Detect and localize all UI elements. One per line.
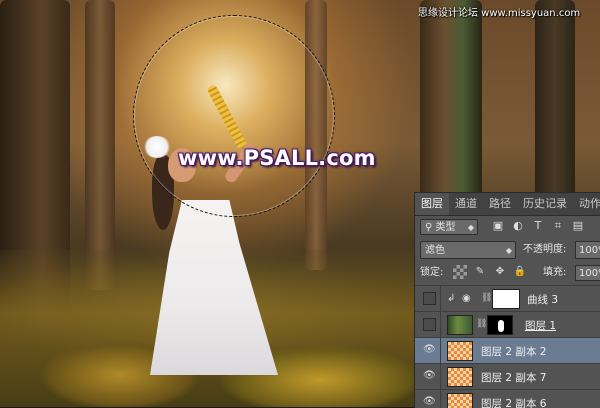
layer-name[interactable]: 图层 2 副本 7 xyxy=(481,370,546,385)
layer-name[interactable]: 图层 2 副本 2 xyxy=(481,344,546,359)
image-filter-icon[interactable]: ▣ xyxy=(491,219,505,233)
elliptical-selection-marquee[interactable] xyxy=(133,15,335,217)
clip-arrow-icon: ↲ xyxy=(447,293,456,304)
search-icon: ⚲ xyxy=(425,222,433,233)
eye-icon[interactable]: 👁 xyxy=(423,344,436,356)
text-filter-icon[interactable]: T xyxy=(531,219,545,233)
chevron-down-icon: ◆ xyxy=(505,246,512,255)
layer-thumbnail[interactable] xyxy=(447,393,473,408)
divider xyxy=(440,312,441,338)
tab-history[interactable]: 历史记录 xyxy=(517,193,573,215)
opacity-field[interactable]: 100% xyxy=(575,241,600,259)
layer-row-layer-2-copy-6[interactable]: 👁 图层 2 副本 6 xyxy=(415,389,600,408)
blend-mode-select[interactable]: 滤色 ◆ xyxy=(420,241,516,259)
eye-icon[interactable]: 👁 xyxy=(423,396,436,408)
link-chain-icon: ⛓ xyxy=(476,319,488,329)
layer-name[interactable]: 曲线 3 xyxy=(527,292,558,307)
layer-filter-select[interactable]: ⚲ 类型 ◆ xyxy=(420,219,478,235)
lock-label: 锁定: xyxy=(420,267,444,278)
tree-trunk-left-2 xyxy=(85,0,115,290)
layer-name[interactable]: 图层 2 副本 6 xyxy=(481,396,546,408)
layer-thumbnail[interactable] xyxy=(447,315,473,335)
opacity-label: 不透明度: xyxy=(523,244,567,255)
divider xyxy=(440,286,441,312)
tab-actions[interactable]: 动作 xyxy=(573,193,600,215)
link-chain-icon: ⛓ xyxy=(481,293,493,303)
layer-name[interactable]: 图层 1 xyxy=(525,318,556,333)
divider xyxy=(440,338,441,364)
layer-row-layer-1[interactable]: ⛓ 图层 1 xyxy=(415,311,600,338)
visibility-toggle-off[interactable] xyxy=(423,318,436,331)
lock-icons: ✎ ✥ 🔒 xyxy=(453,265,527,279)
layer-thumbnail[interactable] xyxy=(447,341,473,361)
lock-row: 锁定: ✎ ✥ 🔒 填充: 100% xyxy=(415,262,600,284)
curves-adjustment-icon: ◉ xyxy=(462,293,471,304)
tab-layers[interactable]: 图层 xyxy=(415,193,449,215)
layer-row-layer-2-copy-7[interactable]: 👁 图层 2 副本 7 xyxy=(415,363,600,390)
adjustment-filter-icon[interactable]: ◐ xyxy=(511,219,525,233)
lock-transparency-icon[interactable] xyxy=(453,265,467,279)
fill-label: 填充: xyxy=(543,267,567,278)
panel-tabs: 图层 通道 路径 历史记录 动作 xyxy=(415,193,600,216)
layers-panel: 图层 通道 路径 历史记录 动作 ⚲ 类型 ◆ ▣ ◐ T ⌗ ▤ 滤色 ◆ 不… xyxy=(414,192,600,408)
layer-mask-thumbnail[interactable] xyxy=(487,315,513,335)
layer-row-curves-3[interactable]: ↲ ◉ ⛓ 曲线 3 xyxy=(415,285,600,312)
eye-icon[interactable]: 👁 xyxy=(423,370,436,382)
tab-paths[interactable]: 路径 xyxy=(483,193,517,215)
layer-row-layer-2-copy-2[interactable]: 👁 图层 2 副本 2 xyxy=(415,337,600,364)
shape-filter-icon[interactable]: ⌗ xyxy=(551,219,565,233)
layer-thumbnail[interactable] xyxy=(447,367,473,387)
chevron-down-icon: ◆ xyxy=(467,223,474,232)
layer-mask-thumbnail[interactable] xyxy=(492,289,520,309)
lock-all-icon[interactable]: 🔒 xyxy=(513,265,527,279)
tab-channels[interactable]: 通道 xyxy=(449,193,483,215)
filter-icons: ▣ ◐ T ⌗ ▤ xyxy=(491,219,585,233)
divider xyxy=(440,364,441,390)
smart-object-filter-icon[interactable]: ▤ xyxy=(571,219,585,233)
layer-filter-row: ⚲ 类型 ◆ ▣ ◐ T ⌗ ▤ xyxy=(415,216,600,238)
lock-pixels-icon[interactable]: ✎ xyxy=(473,265,487,279)
psall-watermark: www.PSALL.com xyxy=(178,146,376,170)
lock-position-icon[interactable]: ✥ xyxy=(493,265,507,279)
visibility-toggle-off[interactable] xyxy=(423,292,436,305)
filter-type-label: 类型 xyxy=(435,222,456,233)
fill-field[interactable]: 100% xyxy=(575,265,600,281)
divider xyxy=(440,390,441,408)
tree-trunk-right-far xyxy=(535,0,575,210)
site-watermark: 思缘设计论坛 www.missyuan.com xyxy=(418,8,581,19)
blend-row: 滤色 ◆ 不透明度: 100% xyxy=(415,238,600,262)
blend-mode-value: 滤色 xyxy=(425,245,445,256)
